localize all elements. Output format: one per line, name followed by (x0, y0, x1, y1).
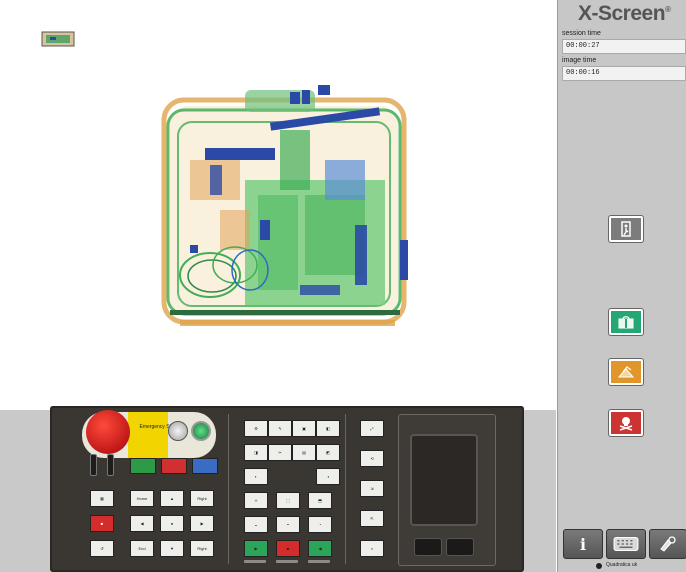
info-icon: i (579, 534, 587, 554)
image-function-10-button[interactable]: ◑ (316, 468, 340, 485)
tools-icon (660, 536, 676, 552)
image-function-5-button[interactable]: ◨ (244, 444, 268, 461)
image-function-14-button[interactable]: ◒ (244, 516, 268, 533)
image-function-2-button[interactable]: ✎ (268, 420, 292, 437)
blue-function-button[interactable] (192, 458, 218, 474)
image-function-4-button[interactable]: ◧ (316, 420, 340, 437)
zoom-function-2-button[interactable]: ⟲ (360, 450, 384, 467)
image-function-3-button[interactable]: ▣ (292, 420, 316, 437)
image-function-1-button[interactable]: ⚙ (244, 420, 268, 437)
image-function-12-button[interactable]: ⬚ (276, 492, 300, 509)
image-function-7-button[interactable]: ▤ (292, 444, 316, 461)
stop-button[interactable]: ■ (90, 515, 114, 532)
session-time-field: 00:00:27 (562, 39, 686, 54)
center-button[interactable]: ● (160, 515, 184, 532)
xray-bag-image (161, 85, 408, 326)
exit-door-icon (621, 221, 631, 237)
zoom-function-1-button[interactable]: ⤢ (360, 420, 384, 437)
image-time-field: 00:00:16 (562, 66, 686, 81)
skull-icon (619, 417, 633, 431)
magnify-button[interactable]: ⌕ (360, 540, 384, 557)
end-label: End (138, 546, 146, 551)
status-bar-1 (244, 560, 266, 563)
conveyor-stop-button[interactable]: ■ (276, 540, 300, 557)
exit-button[interactable] (609, 216, 643, 242)
clear-bag-button[interactable] (609, 309, 643, 335)
conveyor-forward-button[interactable]: ▶ (244, 540, 268, 557)
image-function-13-button[interactable]: ⬒ (308, 492, 332, 509)
image-function-8-button[interactable]: ◩ (316, 444, 340, 461)
session-time-label: session time (562, 30, 601, 37)
status-bar-2 (276, 560, 298, 563)
threat-button[interactable] (609, 410, 643, 436)
emergency-stop-label-plate (128, 412, 168, 458)
thumbnail-icon[interactable] (40, 30, 76, 48)
suspect-button[interactable] (609, 359, 643, 385)
panel-divider (228, 414, 229, 564)
image-function-15-button[interactable]: ◓ (276, 516, 300, 533)
page-up-label: Right (197, 496, 207, 501)
page-down-label: Right (197, 546, 207, 551)
bag-icon (618, 316, 634, 329)
brand-title: X-Screen® (578, 2, 671, 26)
brand-name: X-Screen (578, 2, 666, 25)
right-arrow-button[interactable]: ▶ (190, 515, 214, 532)
image-time-label: image time (562, 57, 597, 64)
zoom-function-3-button[interactable]: ⇲ (360, 480, 384, 497)
home-button[interactable]: Home (130, 490, 154, 507)
info-button[interactable]: i (563, 529, 603, 559)
slot-left (90, 454, 97, 476)
conveyor-reverse-button[interactable]: ◀ (308, 540, 332, 557)
sidebar (557, 0, 686, 572)
emergency-stop-button[interactable] (86, 410, 130, 454)
zoom-function-4-button[interactable]: ⇱ (360, 510, 384, 527)
image-function-16-button[interactable]: ◔ (308, 516, 332, 533)
rotate-button[interactable]: ↺ (90, 540, 114, 557)
up-arrow-button[interactable]: ▲ (160, 490, 184, 507)
image-function-11-button[interactable]: ⚛ (244, 492, 268, 509)
maker-label: Quadratica uk (606, 562, 638, 568)
red-function-button[interactable] (161, 458, 187, 474)
keyboard-icon (613, 536, 639, 552)
keyboard-button[interactable] (606, 529, 646, 559)
image-function-9-button[interactable]: ◐ (244, 468, 268, 485)
green-function-button[interactable] (130, 458, 156, 474)
panel-divider (345, 414, 346, 564)
extra-button[interactable] (649, 529, 686, 559)
page-up-button[interactable]: Right (190, 490, 214, 507)
power-led-icon (191, 421, 211, 441)
left-arrow-button[interactable]: ◀ (130, 515, 154, 532)
trackpad-right-button[interactable] (446, 538, 474, 556)
home-label: Home (136, 496, 148, 501)
status-bar-3 (308, 560, 330, 563)
slot-right (107, 454, 114, 476)
end-button[interactable]: End (130, 540, 154, 557)
trackpad[interactable] (410, 434, 478, 526)
maker-logo-icon (596, 563, 602, 569)
image-function-6-button[interactable]: ✂ (268, 444, 292, 461)
down-arrow-button[interactable]: ▼ (160, 540, 184, 557)
brand-registered-mark: ® (665, 5, 671, 14)
trackpad-left-button[interactable] (414, 538, 442, 556)
page-down-button[interactable]: Right (190, 540, 214, 557)
grid-button[interactable]: ▦ (90, 490, 114, 507)
key-switch-icon[interactable] (168, 421, 188, 441)
hand-bag-icon (617, 366, 635, 378)
